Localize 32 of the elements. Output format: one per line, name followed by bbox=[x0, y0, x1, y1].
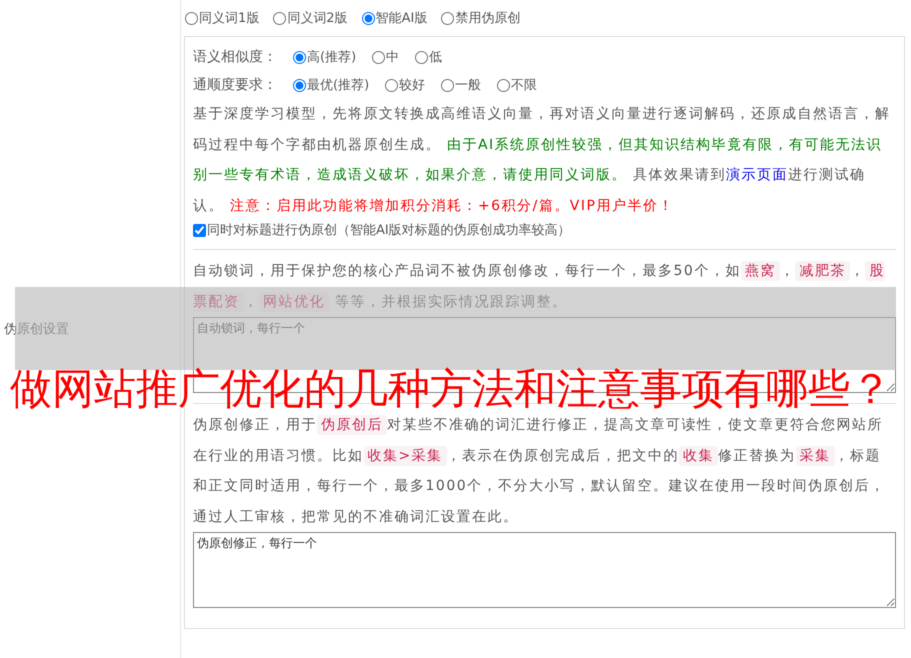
radio-button[interactable] bbox=[293, 50, 306, 64]
radio-button[interactable] bbox=[362, 12, 375, 24]
checkbox[interactable] bbox=[193, 224, 206, 236]
option-label: 高(推荐) bbox=[307, 49, 356, 66]
option-label: 同义词1版 bbox=[199, 10, 260, 27]
description-text: 基于深度学习模型，先将原文转换成高维语义向量，再对语义向量进行逐词解码，还原成自然语言，解码过程中每个字都由机器原创生成。 由于AI系统原创性较强，但其知识结构毕竟有限，有可能无法识别一些专有术语，造成语义破坏，如果介意，请使用同义词版。 具体效果请到演示页面进行测试确认。 注意：启用此功能将增加积分消耗：+6积分/篇。VIP用户半价！ bbox=[193, 105, 892, 216]
option-label: 较好 bbox=[399, 77, 426, 94]
option-label: 智能AI版 bbox=[376, 10, 428, 27]
radio-button[interactable] bbox=[273, 12, 286, 24]
field-label: 语义相似度： bbox=[193, 48, 277, 66]
option-label: 低 bbox=[429, 49, 442, 66]
option-label: 同义词2版 bbox=[287, 10, 348, 27]
field-label: 通顺度要求： bbox=[193, 76, 277, 94]
radio-button[interactable] bbox=[293, 78, 306, 92]
radio-button[interactable] bbox=[415, 50, 428, 64]
option-label: 最优(推荐) bbox=[307, 77, 370, 94]
option-label: 同时对标题进行伪原创（智能AI版对标题的伪原创成功率较高） bbox=[207, 222, 571, 239]
option-label: 中 bbox=[386, 49, 400, 66]
option-label: 一般 bbox=[455, 77, 482, 94]
radio-button[interactable] bbox=[185, 12, 198, 24]
demo-link[interactable]: 演示页面 bbox=[726, 167, 788, 183]
option-label: 禁用伪原创 bbox=[455, 10, 520, 27]
description-text: 伪原创修正，用于 伪原创后 对某些不准确的词汇进行修正，提高文章可读性，使文章更符合您网站所在行业的用语习惯。比如 收集>采集 ，表示在伪原创完成后，把文中的 收集 修正替换为 采集 ，标题和正文同时适用，每行一个，最多1000个，不分大小写，默认留空。建议在使用一段时间伪原创后，通过人工审核，把常见的不准确词汇设置在此。 bbox=[193, 414, 887, 526]
radio-button[interactable] bbox=[372, 50, 386, 64]
radio-button[interactable] bbox=[497, 78, 510, 92]
option-label: 不限 bbox=[511, 77, 538, 94]
corrections-field[interactable]: 伪原创修正，每行一个 bbox=[193, 532, 896, 608]
radio-button[interactable] bbox=[441, 12, 454, 24]
radio-button[interactable] bbox=[385, 78, 398, 92]
description-text: 自动锁词，用于保护您的核心产品词不被伪原创修改，每行一个，最多50个，如 燕窝 ， 减肥茶 ， 股票配资 ， 网站优化 等等，并根据实际情况跟踪调整。 bbox=[193, 260, 886, 314]
section-label: 伪原创设置 bbox=[4, 321, 69, 338]
radio-button[interactable] bbox=[441, 78, 454, 92]
